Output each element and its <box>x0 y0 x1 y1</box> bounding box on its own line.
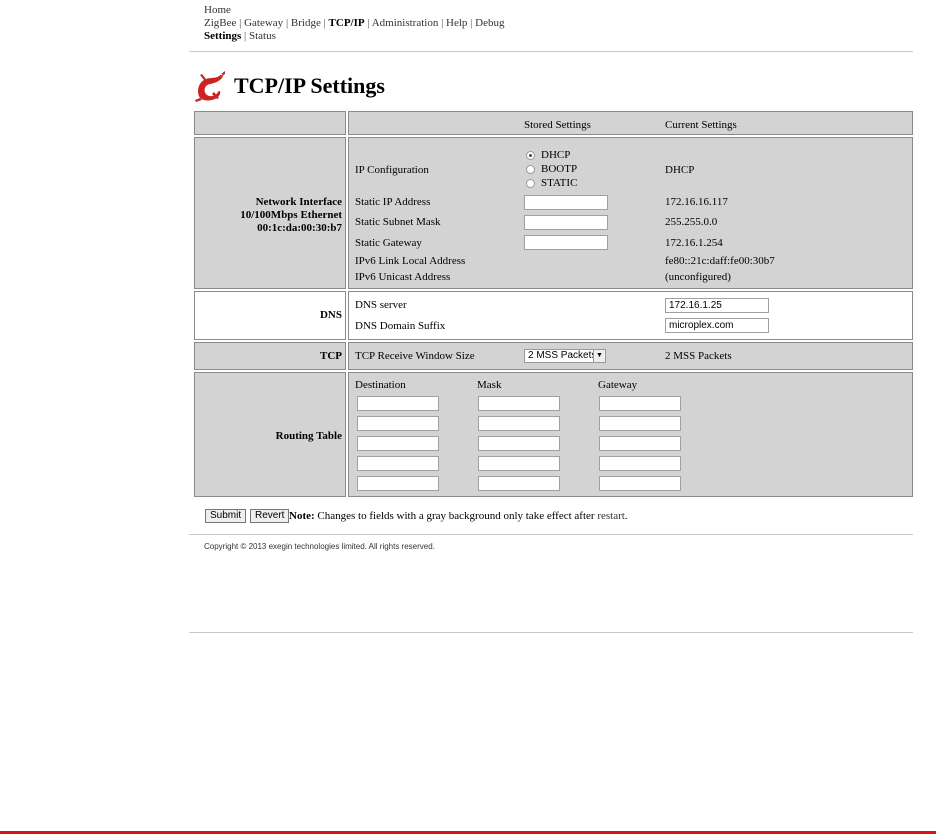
dns-server-input[interactable] <box>665 298 769 313</box>
tcp-settings: TCP Receive Window Size 2 MSS Packets ▼ … <box>348 342 913 370</box>
routing-destination-input[interactable] <box>357 396 439 411</box>
ipv6-link-local-current: fe80::21c:daff:fe00:30b7 <box>665 255 775 267</box>
ipv6-unicast-label: IPv6 Unicast Address <box>355 271 451 283</box>
routing-table-settings: Destination Mask Gateway <box>348 372 913 497</box>
divider-footer <box>189 534 913 535</box>
gecko-logo-icon <box>195 71 225 102</box>
static-gateway-current: 172.16.1.254 <box>665 237 723 249</box>
dns-label-cell: DNS <box>194 291 346 340</box>
routing-mask-input[interactable] <box>478 416 560 431</box>
static-ip-input[interactable] <box>524 195 608 210</box>
routing-mask-input[interactable] <box>478 476 560 491</box>
network-interface-title: Network Interface <box>255 196 342 208</box>
current-settings-header: Current Settings <box>665 119 737 131</box>
restart-note: Note: Changes to fields with a gray back… <box>289 510 628 522</box>
nav-bridge-link[interactable]: Bridge <box>291 17 321 29</box>
nav-tcpip-link[interactable]: TCP/IP <box>329 17 365 29</box>
dns-server-label: DNS server <box>355 299 407 311</box>
nav-row-main: ZigBee | Gateway | Bridge | TCP/IP | Adm… <box>204 17 505 29</box>
routing-gateway-input[interactable] <box>599 476 681 491</box>
page-header: TCP/IP Settings <box>194 66 385 106</box>
tcp-label-cell: TCP <box>194 342 346 370</box>
page-title: TCP/IP Settings <box>234 73 385 98</box>
radio-bootp-icon <box>526 164 535 174</box>
nav-administration-link[interactable]: Administration <box>372 17 439 29</box>
copyright-text: Copyright © 2013 exegin technologies lim… <box>204 542 435 551</box>
dns-settings: DNS server DNS Domain Suffix <box>348 291 913 340</box>
static-ip-current: 172.16.16.117 <box>665 196 728 208</box>
static-subnet-current: 255.255.0.0 <box>665 216 718 228</box>
note-label: Note: <box>289 510 315 522</box>
stored-settings-header: Stored Settings <box>524 119 591 131</box>
routing-destination-input[interactable] <box>357 476 439 491</box>
static-gateway-input[interactable] <box>524 235 608 250</box>
tcp-window-current: 2 MSS Packets <box>665 350 732 362</box>
routing-label-cell: Routing Table <box>194 372 346 497</box>
radio-dhcp[interactable]: DHCP <box>526 149 570 161</box>
ipv6-link-local-label: IPv6 Link Local Address <box>355 255 466 267</box>
nav-help-link[interactable]: Help <box>446 17 467 29</box>
network-interface-mac: 00:1c:da:00:30:b7 <box>257 222 342 234</box>
header-left-cell <box>194 111 346 135</box>
top-nav: Home ZigBee | Gateway | Bridge | TCP/IP … <box>204 4 504 43</box>
note-text: Changes to fields with a gray background… <box>317 510 595 522</box>
divider-bottom <box>189 632 913 633</box>
network-interface-label: Network Interface 10/100Mbps Ethernet 00… <box>240 196 342 235</box>
ip-configuration-current: DHCP <box>665 164 695 176</box>
radio-dhcp-icon <box>526 150 535 160</box>
nav-settings-link[interactable]: Settings <box>204 30 241 42</box>
nav-gateway-link[interactable]: Gateway <box>244 17 283 29</box>
restart-link[interactable]: restart <box>597 510 624 522</box>
bottom-red-bar <box>0 831 936 834</box>
routing-gateway-input[interactable] <box>599 416 681 431</box>
radio-static-icon <box>526 178 535 188</box>
routing-mask-input[interactable] <box>478 396 560 411</box>
header-right-cell: Stored Settings Current Settings <box>348 111 913 135</box>
routing-gateway-header: Gateway <box>598 379 638 391</box>
tcp-window-select[interactable]: 2 MSS Packets ▼ <box>524 349 606 363</box>
nav-zigbee-link[interactable]: ZigBee <box>204 17 236 29</box>
radio-static[interactable]: STATIC <box>526 177 577 189</box>
static-subnet-label: Static Subnet Mask <box>355 216 441 228</box>
routing-mask-header: Mask <box>477 379 502 391</box>
dns-label: DNS <box>319 309 342 321</box>
static-subnet-input[interactable] <box>524 215 608 230</box>
network-interface-settings: IP Configuration DHCP BOOTP STATIC DHCP … <box>348 137 913 289</box>
routing-gateway-input[interactable] <box>599 396 681 411</box>
nav-home-link[interactable]: Home <box>204 4 231 16</box>
tcp-window-label: TCP Receive Window Size <box>355 350 475 362</box>
nav-row-sub: Settings | Status <box>204 30 276 42</box>
chevron-down-icon: ▼ <box>593 350 605 362</box>
routing-destination-input[interactable] <box>357 436 439 451</box>
radio-bootp[interactable]: BOOTP <box>526 163 577 175</box>
dns-suffix-label: DNS Domain Suffix <box>355 320 446 332</box>
network-interface-label-cell: Network Interface 10/100Mbps Ethernet 00… <box>194 137 346 289</box>
network-interface-speed: 10/100Mbps Ethernet <box>240 209 342 221</box>
static-gateway-label: Static Gateway <box>355 237 422 249</box>
routing-destination-input[interactable] <box>357 456 439 471</box>
dns-suffix-input[interactable] <box>665 318 769 333</box>
radio-dhcp-label: DHCP <box>541 149 571 161</box>
submit-button[interactable]: Submit <box>205 509 247 523</box>
routing-mask-input[interactable] <box>478 436 560 451</box>
ip-configuration-label: IP Configuration <box>355 164 429 176</box>
tcp-window-selected: 2 MSS Packets <box>528 350 597 361</box>
radio-bootp-label: BOOTP <box>541 163 578 175</box>
radio-static-label: STATIC <box>541 177 578 189</box>
revert-button[interactable]: Revert <box>250 509 290 523</box>
routing-destination-header: Destination <box>355 379 406 391</box>
routing-gateway-input[interactable] <box>599 456 681 471</box>
nav-debug-link[interactable]: Debug <box>475 17 504 29</box>
nav-status-link[interactable]: Status <box>249 30 276 42</box>
tcp-label: TCP <box>320 350 342 362</box>
routing-gateway-input[interactable] <box>599 436 681 451</box>
divider-top <box>189 51 913 52</box>
routing-destination-input[interactable] <box>357 416 439 431</box>
routing-table-label: Routing Table <box>275 430 342 442</box>
static-ip-label: Static IP Address <box>355 196 431 208</box>
ipv6-unicast-current: (unconfigured) <box>665 271 731 283</box>
routing-mask-input[interactable] <box>478 456 560 471</box>
